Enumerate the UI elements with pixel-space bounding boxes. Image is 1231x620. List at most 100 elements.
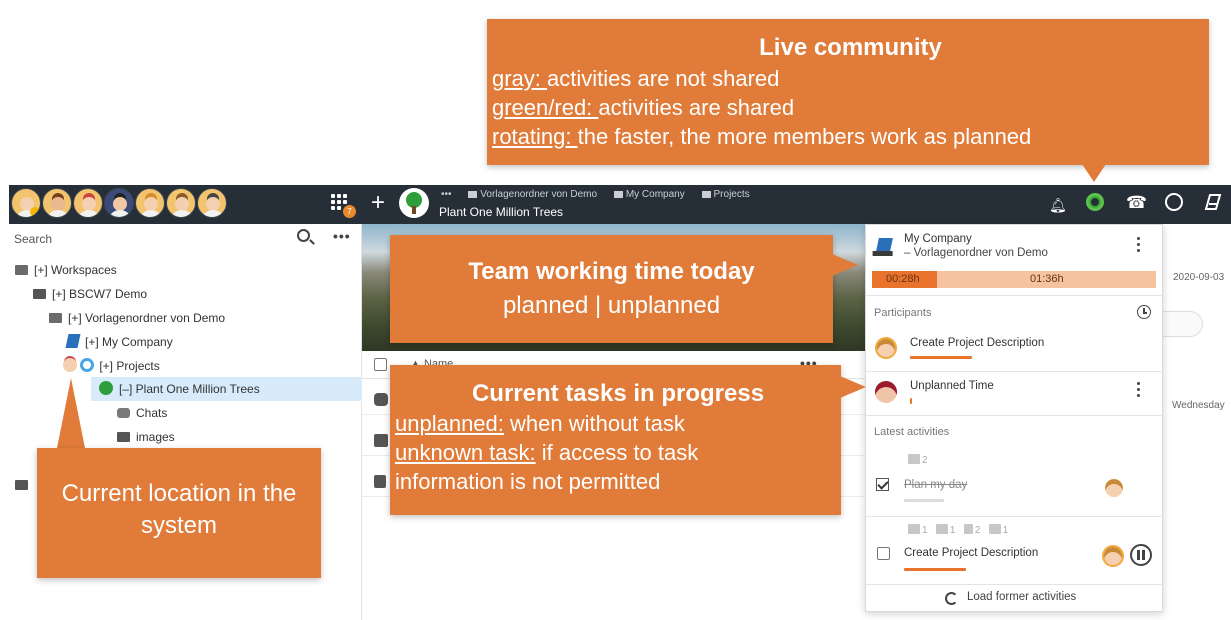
member-avatar[interactable] bbox=[197, 188, 227, 218]
tree-item-label: [–] Plant One Million Trees bbox=[119, 382, 260, 396]
breadcrumb-item[interactable]: My Company bbox=[613, 189, 685, 200]
tree-item-label: [+] My Company bbox=[85, 335, 173, 349]
add-button[interactable]: + bbox=[371, 189, 385, 217]
participant-avatar[interactable] bbox=[875, 381, 897, 403]
activity-done-checkbox[interactable] bbox=[876, 478, 889, 491]
divider bbox=[866, 516, 1164, 517]
callout-key: rotating: bbox=[492, 124, 578, 149]
live-community-callout: Live community gray: activities are not … bbox=[487, 19, 1209, 165]
panel-menu-icon[interactable] bbox=[1137, 237, 1141, 255]
live-community-panel: My Company – Vorlagenordner von Demo 00:… bbox=[865, 224, 1164, 612]
tree-item-label: [+] BSCW7 Demo bbox=[52, 287, 148, 301]
panel-workspace-name[interactable]: My Company bbox=[904, 233, 972, 245]
search-icon[interactable] bbox=[297, 229, 310, 242]
member-avatar[interactable] bbox=[104, 188, 134, 218]
phone-icon[interactable]: ☎︎ bbox=[1126, 193, 1147, 213]
tree-item-chats[interactable]: Chats bbox=[117, 403, 167, 423]
callout-pointer bbox=[1082, 164, 1106, 182]
chat-icon bbox=[117, 408, 130, 418]
callout-pointer bbox=[832, 254, 858, 276]
callout-text: information is not permitted bbox=[395, 469, 661, 494]
callout-title: Team working time today bbox=[468, 258, 755, 285]
activity-owner-avatar[interactable] bbox=[1103, 477, 1125, 499]
callout-text: Current location in the system bbox=[61, 480, 297, 539]
workspace-tree-icon[interactable] bbox=[399, 188, 429, 218]
callout-text: when without task bbox=[503, 411, 685, 436]
chat-icon bbox=[374, 393, 388, 406]
chat-count: 1 bbox=[949, 525, 956, 536]
activity-meta: 2 bbox=[908, 454, 928, 466]
folder-icon bbox=[613, 191, 623, 198]
live-ring-icon bbox=[80, 358, 95, 372]
member-face-icon bbox=[63, 358, 77, 372]
breadcrumb-item[interactable]: Vorlagenordner von Demo bbox=[468, 189, 597, 200]
breadcrumb-more-icon[interactable]: ••• bbox=[441, 189, 452, 200]
select-all-checkbox[interactable] bbox=[374, 358, 387, 371]
tree-item-label: Chats bbox=[136, 406, 168, 420]
tree-item-my-company[interactable]: [+] My Company bbox=[65, 332, 173, 352]
tree-item-images[interactable]: images bbox=[117, 427, 175, 447]
clock-icon[interactable] bbox=[1165, 193, 1183, 211]
panel-subfolder-name[interactable]: – Vorlagenordner von Demo bbox=[904, 247, 1048, 259]
callout-text: activities are not shared bbox=[547, 66, 780, 91]
member-avatar[interactable] bbox=[166, 188, 196, 218]
activity-title[interactable]: Plan my day bbox=[904, 479, 967, 491]
participant-avatar[interactable] bbox=[875, 337, 897, 359]
activity-meta: 1 1 2 1 bbox=[908, 524, 1008, 536]
divider bbox=[866, 295, 1164, 296]
date-label: 2020-09-03 bbox=[1173, 272, 1225, 283]
load-former-activities-button[interactable]: Load former activities bbox=[967, 591, 1076, 603]
pause-icon[interactable] bbox=[1130, 544, 1152, 566]
callout-text: planned | unplanned bbox=[502, 292, 721, 319]
activity-progress-line bbox=[904, 568, 966, 571]
member-avatar[interactable] bbox=[11, 188, 41, 218]
workspaces-icon bbox=[15, 265, 28, 275]
more-options-icon[interactable]: ••• bbox=[333, 228, 351, 244]
bell-icon[interactable]: 🔔︎ bbox=[1049, 195, 1067, 215]
toggle-pill[interactable] bbox=[1163, 311, 1203, 337]
tree-item-projects[interactable]: [+] Projects bbox=[63, 356, 160, 376]
document-icon bbox=[374, 475, 386, 488]
member-avatar[interactable] bbox=[42, 188, 72, 218]
callout-pointer bbox=[57, 378, 85, 448]
folder-icon bbox=[701, 191, 711, 198]
participant-task[interactable]: Unplanned Time bbox=[910, 380, 994, 392]
folder-icon bbox=[117, 432, 130, 442]
bscw-logo-icon[interactable] bbox=[1204, 193, 1222, 211]
callout-pointer bbox=[840, 376, 866, 398]
folder-icon bbox=[15, 480, 28, 490]
tree-item-vorlagenordner[interactable]: [+] Vorlagenordner von Demo bbox=[49, 308, 225, 328]
member-avatar[interactable] bbox=[73, 188, 103, 218]
tree-item-bscw7-demo[interactable]: [+] BSCW7 Demo bbox=[33, 284, 147, 304]
tasks-callout: Current tasks in progress unplanned: whe… bbox=[390, 365, 841, 515]
tree-item-label: [+] Workspaces bbox=[34, 263, 117, 277]
callout-key: unplanned: bbox=[395, 411, 504, 436]
activity-owner-avatar[interactable] bbox=[1102, 545, 1124, 567]
member-avatars bbox=[11, 188, 227, 218]
search-input[interactable]: Search bbox=[14, 232, 52, 246]
member-avatar[interactable] bbox=[135, 188, 165, 218]
tree-item-plant-one-million-trees[interactable]: [–] Plant One Million Trees bbox=[99, 379, 260, 399]
participant-task[interactable]: Create Project Description bbox=[910, 337, 1044, 349]
participant-menu-icon[interactable] bbox=[1137, 382, 1141, 400]
attachment-count: 1 bbox=[922, 525, 928, 536]
divider bbox=[866, 415, 1164, 416]
folder-icon bbox=[33, 289, 46, 299]
activity-title[interactable]: Create Project Description bbox=[904, 547, 1038, 559]
callout-text: activities are shared bbox=[598, 95, 795, 120]
breadcrumb-item[interactable]: Projects bbox=[701, 189, 750, 200]
tree-item-label: images bbox=[136, 430, 175, 444]
image-count: 1 bbox=[1002, 525, 1009, 536]
apps-count-badge: 7 bbox=[343, 205, 356, 218]
tree-item-collapsed[interactable] bbox=[15, 475, 34, 495]
chat-count-icon bbox=[935, 524, 948, 534]
reload-icon[interactable] bbox=[945, 592, 958, 605]
document-count: 2 bbox=[974, 525, 981, 536]
history-clock-icon[interactable] bbox=[1137, 305, 1151, 319]
task-progress-line bbox=[910, 398, 912, 404]
unplanned-time-label: 01:36h bbox=[1030, 273, 1064, 285]
task-progress-line bbox=[910, 356, 972, 359]
activity-checkbox[interactable] bbox=[877, 547, 890, 560]
live-community-icon[interactable] bbox=[1086, 193, 1104, 211]
tree-item-workspaces[interactable]: [+] Workspaces bbox=[15, 260, 117, 280]
